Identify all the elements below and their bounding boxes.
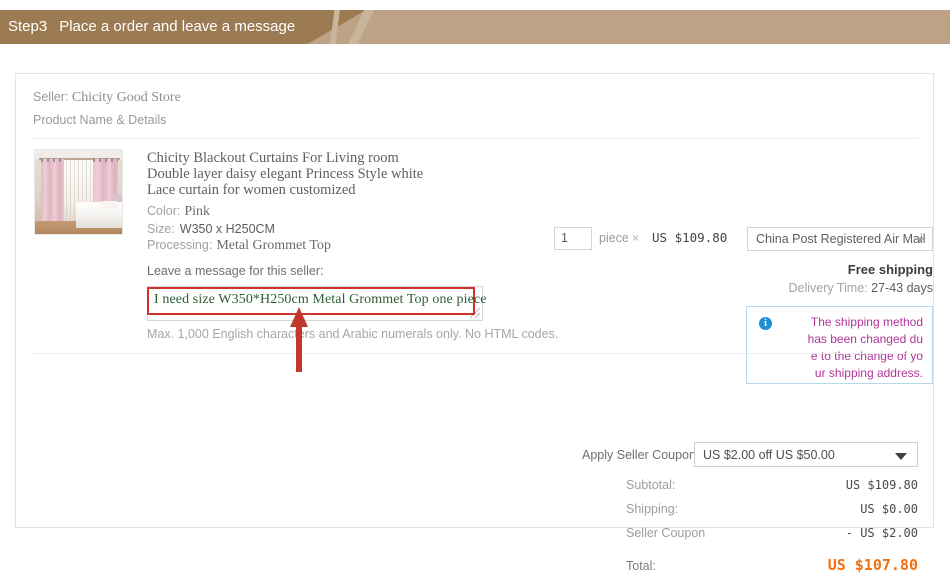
delivery-time-label: Delivery Time: [788, 281, 868, 295]
product-title[interactable]: Chicity Blackout Curtains For Living roo… [147, 150, 442, 198]
product-attributes: Color: Pink Size: W350 x H250CM Processing… [147, 203, 447, 255]
order-card: Seller: Chicity Good Store Product Name … [15, 73, 934, 574]
message-hint: Max. 1,000 English characters and Arabic… [147, 327, 559, 341]
delivery-time-value: 27-43 days [871, 281, 933, 295]
quantity-input[interactable]: 1 [554, 227, 592, 250]
divider-middle [33, 353, 918, 354]
unit-price: US $109.80 [652, 230, 728, 245]
notice-line-3: e to the change of yo [810, 349, 923, 363]
product-thumbnail[interactable] [34, 149, 123, 235]
attribute-size-label: Size: [147, 221, 175, 236]
textarea-resize-handle[interactable] [470, 308, 480, 318]
info-icon: i [759, 317, 772, 330]
summary-row-subtotal: Subtotal: US $109.80 [626, 478, 918, 502]
seller-message-value: I need size W350*H250cm Metal Grommet To… [154, 292, 487, 307]
seller-coupon-select[interactable]: US $2.00 off US $50.00 [694, 442, 918, 467]
divider-top [33, 138, 918, 139]
thumb-curtain-left [41, 159, 64, 227]
thumb-grommets-left [41, 158, 64, 162]
total-label: Total: [626, 559, 656, 573]
notice-line-2: has been changed du [807, 332, 923, 346]
step-title: Place a order and leave a message [59, 18, 296, 35]
notice-line-4: ur shipping address. [814, 366, 923, 380]
quantity-unit: piece [599, 231, 629, 245]
chevron-down-icon [916, 238, 924, 242]
shipping-notice-text: The shipping method has been changed du … [781, 314, 923, 382]
total-value: US $107.80 [827, 556, 918, 574]
step-number: Step3 [8, 18, 48, 35]
order-summary: Subtotal: US $109.80 Shipping: US $0.00 … [626, 478, 918, 585]
notice-line-1: The shipping method [810, 315, 923, 329]
coupon-discount-value: - US $2.00 [845, 526, 918, 540]
seller-label: Seller: [33, 90, 69, 104]
arrow-head [290, 307, 308, 327]
product-name-details-heading: Product Name & Details [33, 113, 167, 127]
message-label: Leave a message for this seller: [147, 264, 324, 278]
summary-row-total: Total: US $107.80 [626, 556, 918, 585]
seller-line: Seller: Chicity Good Store [33, 90, 181, 106]
attribute-processing-value: Metal Grommet Top [216, 238, 331, 253]
shipping-notice-box: i The shipping method has been changed d… [746, 306, 933, 384]
shipping-method-value: China Post Registered Air Mail [756, 232, 926, 246]
attribute-processing-label: Processing: [147, 238, 213, 252]
delivery-time: Delivery Time: 27-43 days [747, 281, 933, 295]
shipping-method-select[interactable]: China Post Registered Air Mail [747, 227, 933, 251]
shipping-cost-label: Shipping: [626, 502, 679, 516]
attribute-color: Color: Pink [147, 203, 447, 221]
attribute-color-label: Color: [147, 204, 181, 218]
seller-name[interactable]: Chicity Good Store [72, 90, 181, 105]
summary-row-coupon: Seller Coupon - US $2.00 [626, 526, 918, 550]
attribute-size: Size: W350 x H250CM [147, 221, 447, 238]
coupon-label: Apply Seller Coupon: [582, 448, 700, 462]
attribute-processing: Processing: Metal Grommet Top [147, 237, 447, 255]
free-shipping-label: Free shipping [847, 262, 933, 277]
chevron-down-icon [895, 453, 907, 460]
coupon-discount-label: Seller Coupon [626, 526, 706, 540]
thumb-ceiling-light [75, 151, 91, 156]
attribute-size-value: W350 x H250CM [179, 221, 275, 236]
subtotal-value: US $109.80 [845, 478, 918, 492]
annotation-arrow-up [290, 307, 308, 372]
subtotal-label: Subtotal: [626, 478, 676, 492]
attribute-color-value: Pink [184, 204, 211, 219]
seller-coupon-value: US $2.00 off US $50.00 [703, 448, 835, 462]
summary-row-shipping: Shipping: US $0.00 [626, 502, 918, 526]
banner-heading: Step3 Place a order and leave a message [8, 10, 295, 44]
shipping-cost-value: US $0.00 [860, 502, 918, 516]
multiply-symbol: × [632, 231, 640, 245]
thumb-pillow [101, 201, 118, 210]
step-banner: Step3 Place a order and leave a message [0, 10, 950, 44]
thumb-grommets-right [93, 158, 118, 162]
arrow-shaft [296, 326, 302, 372]
